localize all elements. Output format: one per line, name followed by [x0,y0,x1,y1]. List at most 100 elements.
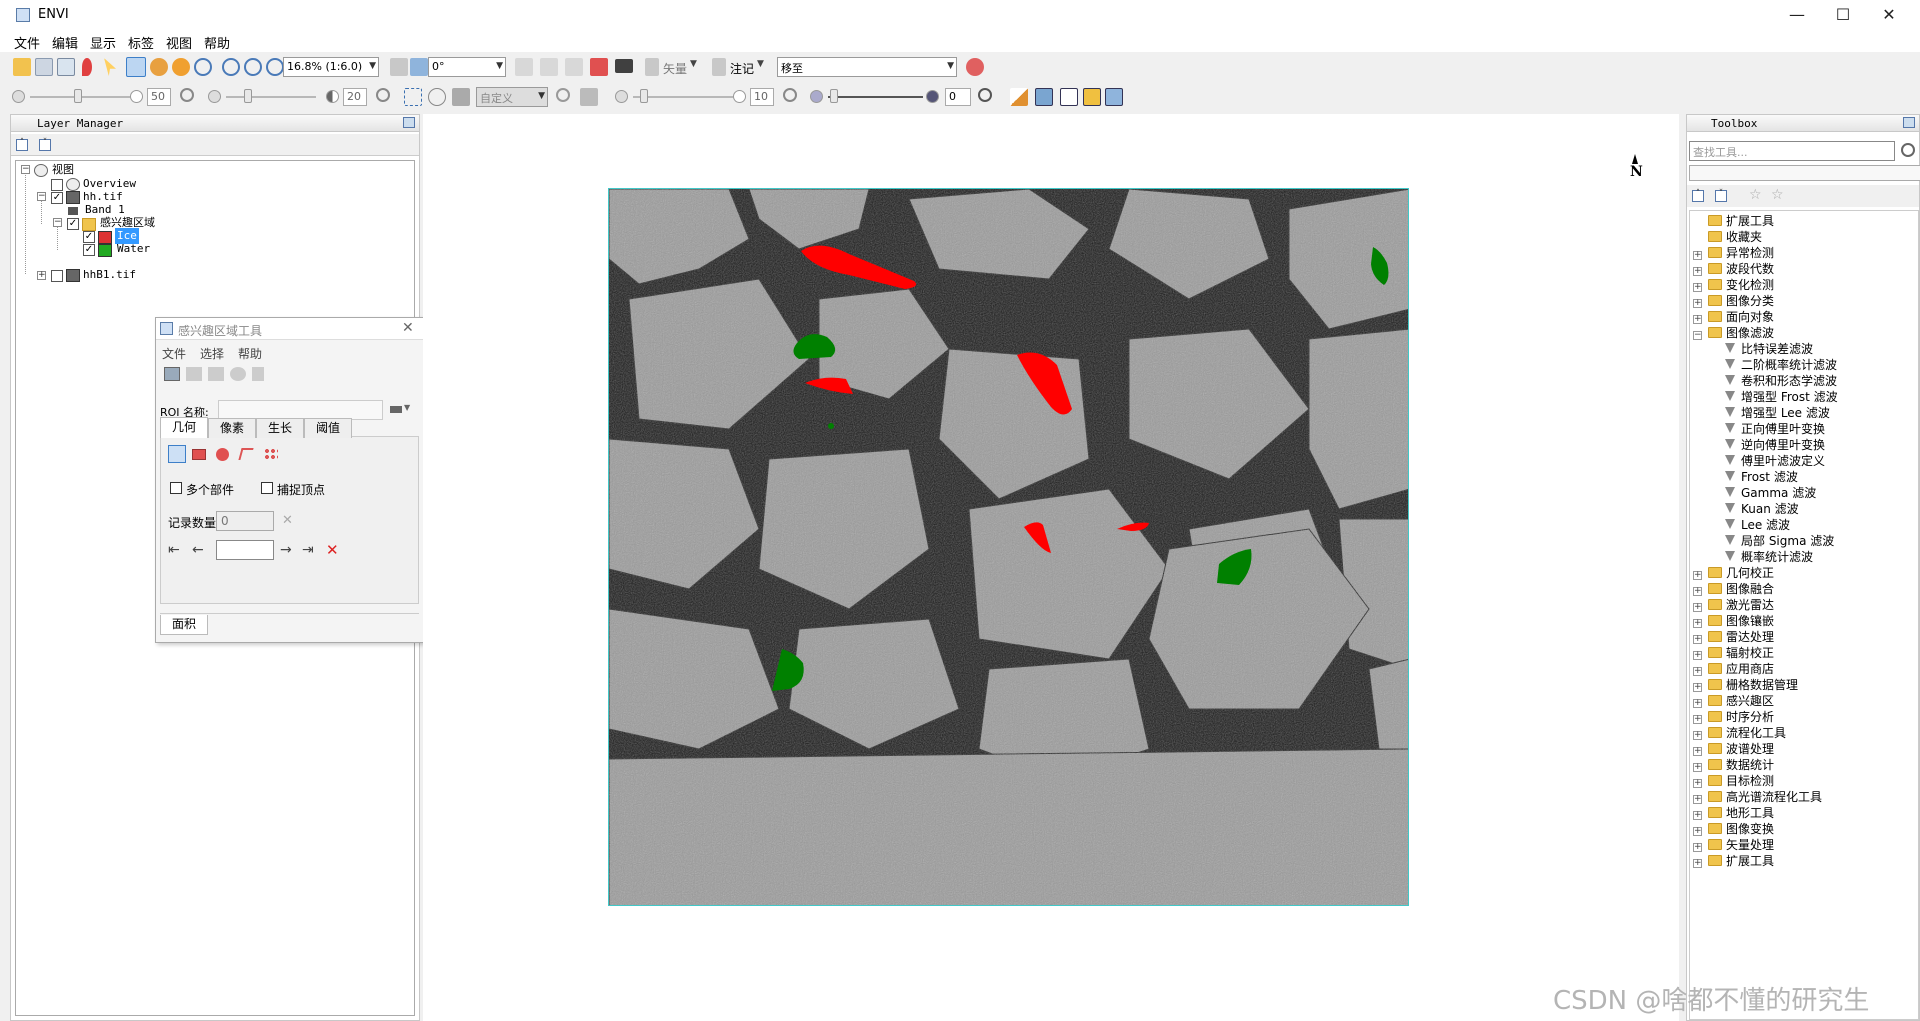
toolbox-folder[interactable]: + 图像镶嵌 [1693,613,1774,629]
expand-toggle[interactable]: + [1693,699,1702,708]
refresh-icon[interactable] [1901,143,1915,157]
goto-clear-icon[interactable] [966,58,984,76]
toolbox-tool[interactable]: Frost 滤波 [1723,469,1798,485]
image-icon[interactable] [1035,88,1053,106]
sharpen-reset-icon[interactable] [783,88,797,102]
expand-toggle[interactable]: + [1693,731,1702,740]
expand-all-icon[interactable]: ˅ [39,139,51,151]
tab-area[interactable]: 面积 [160,615,208,635]
last-record-icon[interactable]: ⇥ [302,542,314,558]
overview-checkbox[interactable] [51,179,63,191]
tab-threshold[interactable]: 阈值 [304,418,352,438]
collapse-all-icon[interactable]: ˄ [16,139,28,151]
toolbox-folder[interactable]: + 几何校正 [1693,565,1774,581]
annotation-menu[interactable]: 注记 [730,60,754,77]
hhb1-checkbox[interactable] [51,270,63,282]
toolbox-folder[interactable]: + 波段代数 [1693,261,1774,277]
transparency-value[interactable]: 0 [945,88,971,106]
expand-toggle[interactable]: + [1693,795,1702,804]
contrast-reset-icon[interactable] [376,88,390,102]
toolbox-folder-image-filtering[interactable]: − 图像滤波 [1693,325,1774,341]
prev-record-icon[interactable]: ← [192,542,204,558]
polygon-tool-icon[interactable] [168,445,186,463]
water-checkbox[interactable]: ✓ [83,244,95,256]
toolbox-folder[interactable]: + 图像分类 [1693,293,1774,309]
roi-color-swatch[interactable] [390,406,402,413]
toolbox-tool[interactable]: Gamma 滤波 [1723,485,1816,501]
menu-view[interactable]: 视图 [166,33,192,52]
dock-icon[interactable] [403,117,415,128]
delete-record-icon[interactable]: ✕ [326,541,339,559]
fly-icon[interactable] [150,58,168,76]
transparency-slider-knob[interactable] [830,89,838,103]
new-roi-icon[interactable] [164,367,180,381]
expand-toggle[interactable]: + [1693,667,1702,676]
toolbox-folder[interactable]: + 辐射校正 [1693,645,1774,661]
toolbox-folder[interactable]: + 图像变换 [1693,821,1774,837]
expand-toggle[interactable]: + [1693,651,1702,660]
tab-pixel[interactable]: 像素 [208,418,256,438]
menu-label[interactable]: 标签 [128,33,154,52]
toolbox-folder[interactable]: + 数据统计 [1693,757,1774,773]
brightness-reset-icon[interactable] [180,88,194,102]
flicker-icon[interactable] [540,58,558,76]
sharpen-slider-knob[interactable] [640,89,648,103]
toolbox-folder[interactable]: + 时序分析 [1693,709,1774,725]
tree-item-view[interactable]: 视图 [52,162,74,178]
toolbox-tool[interactable]: Kuan 滤波 [1723,501,1799,517]
toolbox-tool[interactable]: 正向傅里叶变换 [1723,421,1825,437]
toolbox-search-input[interactable]: 查找工具... [1689,141,1895,161]
expand-toggle[interactable]: + [1693,827,1702,836]
stretch-select[interactable]: 自定义 ▼ [476,87,548,107]
toolbox-folder[interactable]: + 栅格数据管理 [1693,677,1798,693]
collapse-view-toggle[interactable]: − [21,165,30,174]
rotation-select[interactable]: 0° ▼ [428,57,506,77]
menu-help[interactable]: 帮助 [204,33,230,52]
snap-vertex-checkbox[interactable] [261,482,273,494]
brightness-slider-knob[interactable] [74,89,82,103]
menu-edit[interactable]: 编辑 [52,33,78,52]
sharpen-value[interactable]: 10 [750,88,774,106]
ice-checkbox[interactable]: ✓ [83,231,95,243]
hh-checkbox[interactable]: ✓ [51,192,63,204]
toolbox-tool[interactable]: Lee 滤波 [1723,517,1790,533]
toolbox-folder[interactable]: + 图像融合 [1693,581,1774,597]
toolbox-folder[interactable]: + 高光谱流程化工具 [1693,789,1822,805]
vector-menu[interactable]: 矢量 [663,60,687,77]
ellipse-tool-icon[interactable] [216,448,229,461]
transparency-slider-track[interactable] [828,96,923,98]
roi-group-checkbox[interactable]: ✓ [67,218,79,230]
collapse-hh-toggle[interactable]: − [37,192,46,201]
rectangle-tool-icon[interactable] [192,449,206,460]
swipe-icon[interactable] [515,58,533,76]
expand-toggle[interactable]: + [1693,571,1702,580]
open-file-icon[interactable] [13,58,31,76]
toolbox-folder[interactable]: + 矢量处理 [1693,837,1774,853]
contrast-value[interactable]: 20 [343,88,367,106]
stretch-reset-icon[interactable] [556,88,570,102]
ruler-icon[interactable] [1010,88,1028,106]
toolbox-folder[interactable]: + 感兴趣区 [1693,693,1774,709]
roi-menu-help[interactable]: 帮助 [238,345,262,362]
expand-toggle[interactable]: + [1693,859,1702,868]
rotate-icon[interactable] [172,58,190,76]
rotate-right-icon[interactable] [410,58,428,76]
blend-icon[interactable] [565,58,583,76]
stretch-region-icon[interactable] [404,88,422,106]
collapse-roi-toggle[interactable]: − [53,218,62,227]
zoom-full-icon[interactable] [266,58,284,76]
expand-toggle[interactable]: + [1693,715,1702,724]
record-index-input[interactable] [216,540,274,560]
annotation-icon[interactable] [712,58,726,76]
zoom-out-icon[interactable] [244,58,262,76]
expand-toggle[interactable]: + [1693,587,1702,596]
expand-toggle[interactable]: + [1693,843,1702,852]
zoom-select[interactable]: 16.8% (1:6.0) ▼ [283,57,379,77]
toolbox-folder[interactable]: + 激光雷达 [1693,597,1774,613]
toolbox-folder[interactable]: + 雷达处理 [1693,629,1774,645]
export-icon[interactable] [1083,88,1101,106]
toolbox-folder[interactable]: + 波谱处理 [1693,741,1774,757]
expand-toggle[interactable]: + [1693,811,1702,820]
toolbox-folder[interactable]: + 异常检测 [1693,245,1774,261]
expand-toggle[interactable]: + [1693,315,1702,324]
